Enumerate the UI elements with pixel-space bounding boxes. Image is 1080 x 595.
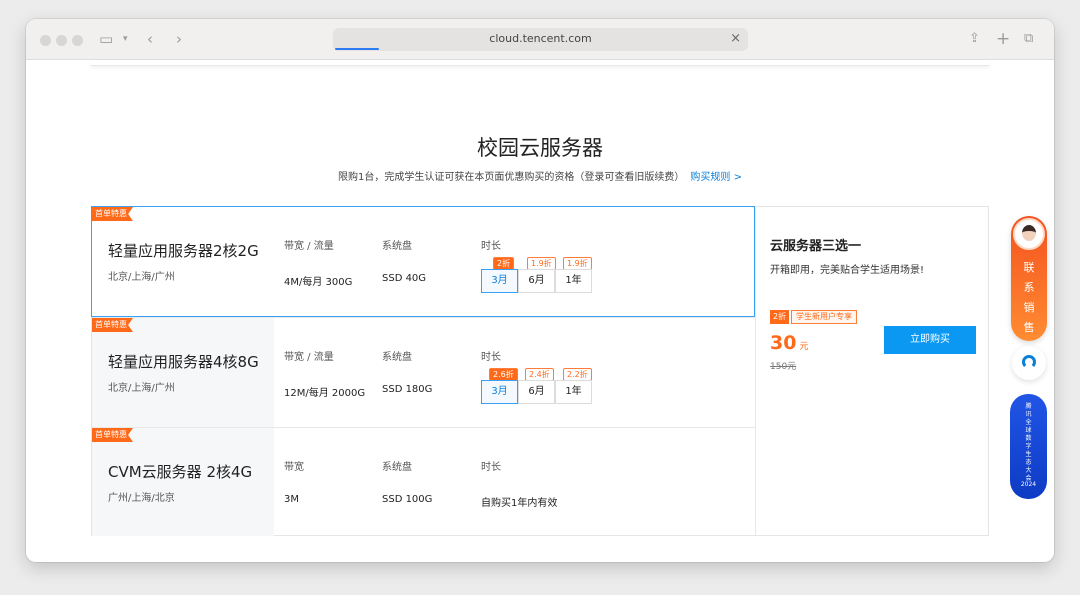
browser-window: ▭ ▾ ‹ › cloud.tencent.com × ⇪ + ⧉ 校园云服务器…	[26, 19, 1054, 562]
duration-option-6m[interactable]: 6月	[518, 380, 555, 404]
buy-now-button[interactable]: 立即购买	[884, 326, 976, 354]
disk-label: 系统盘	[382, 241, 412, 252]
banner-title: 腾讯全球数字生态大会	[1025, 403, 1032, 482]
page-content: 校园云服务器 限购1台，完成学生认证可获在本页面优惠购买的资格（登录可查看旧版续…	[26, 60, 1054, 562]
purchase-rules-link[interactable]: 购买规则 >	[690, 172, 742, 183]
new-user-tag: 学生新用户专享	[791, 310, 857, 324]
close-window-button[interactable]	[40, 35, 51, 46]
page-title: 校园云服务器	[477, 136, 603, 160]
duration-option-1y[interactable]: 1年	[555, 269, 592, 293]
disk-value: SSD 40G	[382, 273, 427, 284]
panel-title: 云服务器三选一	[770, 239, 862, 254]
back-icon[interactable]: ‹	[147, 30, 153, 48]
duration-option-3m[interactable]: 3月	[481, 380, 518, 404]
zoom-window-button[interactable]	[72, 35, 83, 46]
duration-label: 时长	[481, 462, 501, 473]
duration-option-1y[interactable]: 1年	[555, 380, 592, 404]
disk-value: SSD 180G	[382, 384, 433, 395]
bandwidth-value: 4M/每月 300G	[284, 277, 353, 288]
duration-label: 时长	[481, 352, 501, 363]
header-edge	[91, 60, 989, 66]
bandwidth-value: 3M	[284, 494, 299, 505]
product-name: CVM云服务器 2核4G	[108, 463, 253, 481]
product-name: 轻量应用服务器4核8G	[108, 353, 259, 371]
bandwidth-label: 带宽 / 流量	[284, 352, 334, 363]
product-info: 首单特惠 轻量应用服务器2核2G 北京/上海/广州	[92, 207, 274, 316]
product-row[interactable]: 首单特惠 轻量应用服务器2核2G 北京/上海/广州 带宽 / 流量 4M/每月 …	[91, 206, 755, 317]
bandwidth-label: 带宽	[284, 462, 304, 473]
price-value: 30	[770, 332, 797, 354]
price: 30 元	[770, 332, 808, 354]
subtitle-text: 限购1台，完成学生认证可获在本页面优惠购买的资格（登录可查看旧版续费）	[338, 172, 685, 183]
disk-value: SSD 100G	[382, 494, 433, 505]
customer-service-button[interactable]	[1012, 346, 1046, 380]
product-info: 首单特惠 轻量应用服务器4核8G 北京/上海/广州	[92, 318, 274, 427]
disk-label: 系统盘	[382, 462, 412, 473]
product-row[interactable]: 首单特惠 CVM云服务器 2核4G 广州/上海/北京 带宽 3M 系统盘 SSD…	[92, 427, 755, 536]
offer-table: 首单特惠 轻量应用服务器2核2G 北京/上海/广州 带宽 / 流量 4M/每月 …	[91, 206, 989, 536]
product-name: 轻量应用服务器2核2G	[108, 242, 259, 260]
product-row[interactable]: 首单特惠 轻量应用服务器4核8G 北京/上海/广州 带宽 / 流量 12M/每月…	[92, 317, 755, 427]
duration-option-6m[interactable]: 6月	[518, 269, 555, 293]
minimize-window-button[interactable]	[56, 35, 67, 46]
duration-option-3m[interactable]: 3月	[481, 269, 518, 293]
avatar-face	[1022, 225, 1036, 241]
banner-text: 腾讯全球数字生态大会	[1010, 403, 1047, 483]
first-order-tag: 首单特惠	[92, 318, 133, 332]
sidebar-icon[interactable]: ▭	[99, 30, 113, 48]
duration-label: 时长	[481, 241, 501, 252]
share-icon[interactable]: ⇪	[969, 30, 980, 48]
sales-avatar	[1013, 218, 1045, 250]
headset-icon	[1022, 355, 1036, 369]
panel-description: 开箱即用，完美贴合学生适用场景!	[770, 265, 925, 276]
first-order-tag: 首单特惠	[92, 207, 133, 221]
bandwidth-label: 带宽 / 流量	[284, 241, 334, 252]
product-region: 广州/上海/北京	[108, 493, 175, 504]
price-unit: 元	[799, 342, 809, 352]
url-text: cloud.tencent.com	[489, 32, 592, 45]
discount-tag: 2折	[770, 310, 790, 324]
first-order-tag: 首单特惠	[92, 428, 133, 442]
product-region: 北京/上海/广州	[108, 272, 175, 283]
event-banner[interactable]: 腾讯全球数字生态大会 2024	[1010, 394, 1047, 499]
disk-label: 系统盘	[382, 352, 412, 363]
tab-overview-icon[interactable]: ⧉	[1024, 30, 1033, 48]
page-subtitle: 限购1台，完成学生认证可获在本页面优惠购买的资格（登录可查看旧版续费） 购买规则 …	[26, 168, 1054, 183]
contact-sales-widget[interactable]: 联系销售	[1011, 216, 1047, 341]
sales-label-vertical: 联系销售	[1023, 261, 1035, 334]
purchase-panel: 云服务器三选一 开箱即用，完美贴合学生适用场景! 2折 学生新用户专享 30 元 …	[755, 207, 989, 535]
duration-value: 自购买1年内有效	[481, 498, 558, 509]
original-price: 150元	[770, 362, 797, 372]
product-region: 北京/上海/广州	[108, 383, 175, 394]
address-bar[interactable]: cloud.tencent.com ×	[333, 28, 748, 51]
forward-icon[interactable]: ›	[176, 30, 182, 48]
contact-sales-label: 联系销售	[1011, 258, 1047, 338]
new-tab-icon[interactable]: +	[996, 30, 1010, 48]
product-info: 首单特惠 CVM云服务器 2核4G 广州/上海/北京	[92, 428, 274, 536]
banner-year: 2024	[1020, 481, 1037, 488]
browser-toolbar: ▭ ▾ ‹ › cloud.tencent.com × ⇪ + ⧉	[26, 19, 1054, 60]
bandwidth-value: 12M/每月 2000G	[284, 388, 366, 399]
stop-loading-icon[interactable]: ×	[730, 31, 741, 46]
chevron-down-icon[interactable]: ▾	[123, 30, 128, 48]
loading-progress	[335, 48, 379, 50]
